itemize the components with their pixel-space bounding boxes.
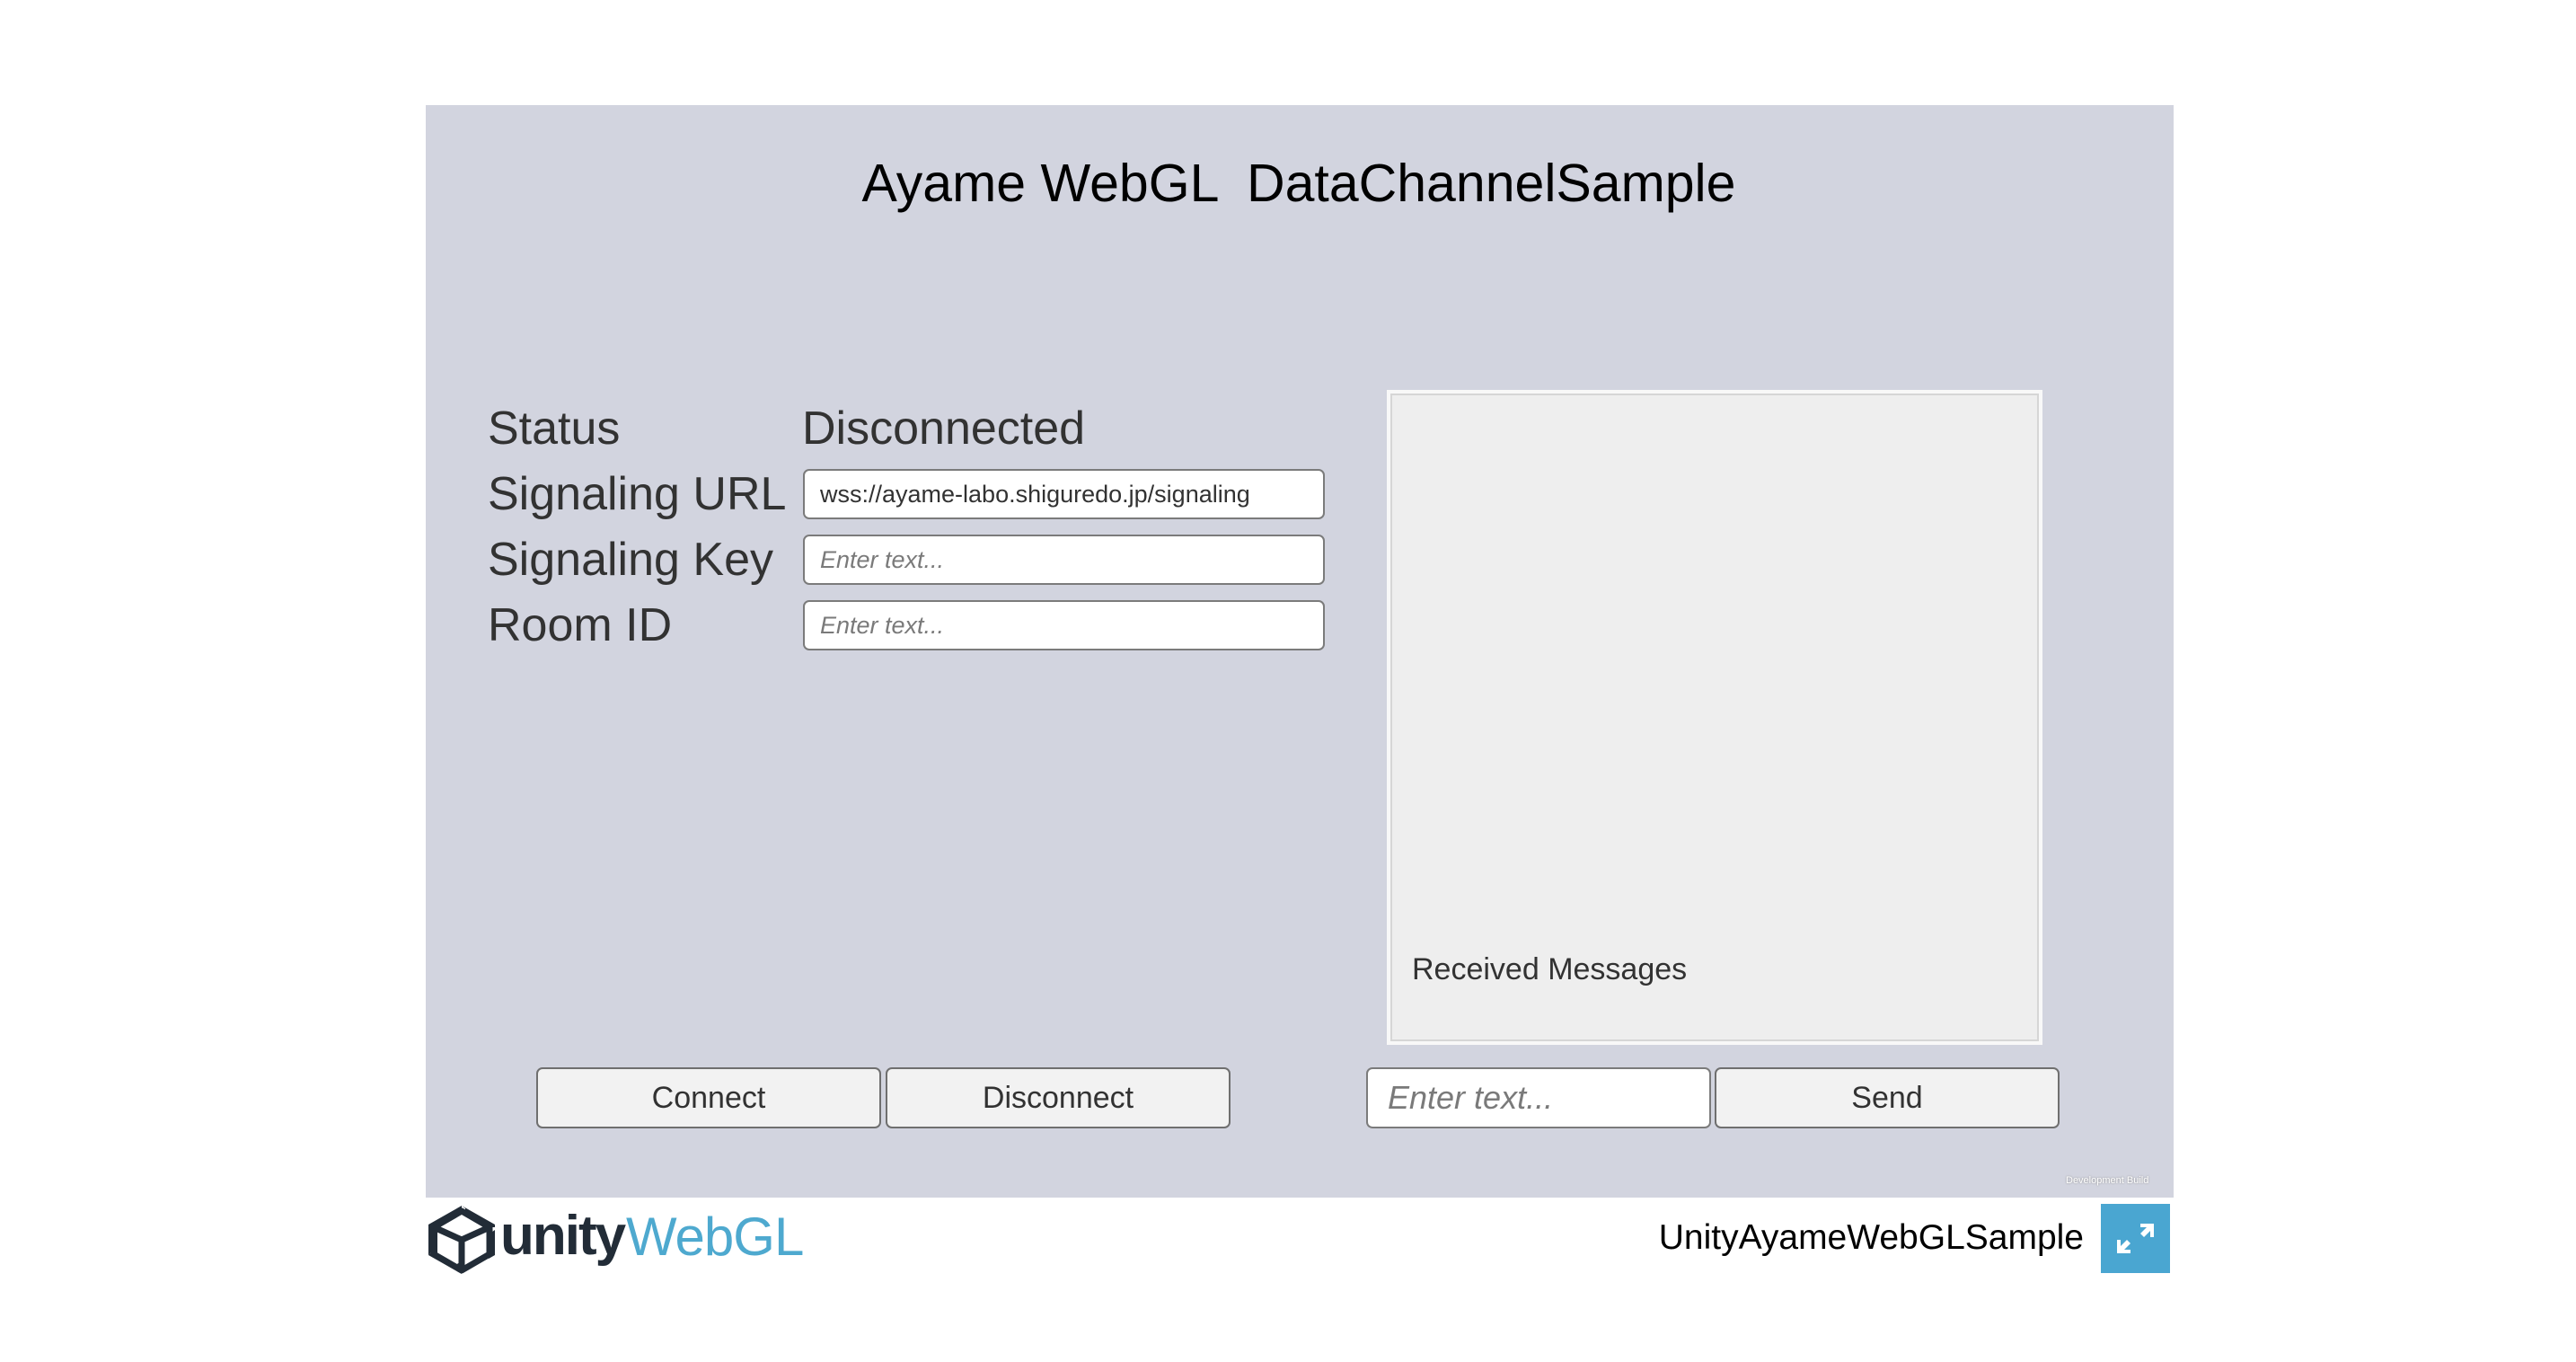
connect-button[interactable]: Connect bbox=[536, 1067, 881, 1128]
signaling-url-label: Signaling URL bbox=[488, 468, 787, 520]
page: Ayame WebGL DataChannelSample Status Dis… bbox=[0, 0, 2576, 1362]
unity-wordmark: unity bbox=[500, 1205, 626, 1267]
webgl-wordmark: WebGL bbox=[626, 1207, 804, 1267]
received-messages-panel[interactable]: Received Messages bbox=[1387, 390, 2042, 1045]
received-messages-border bbox=[1390, 394, 2039, 1041]
signaling-key-label: Signaling Key bbox=[488, 534, 773, 586]
send-button[interactable]: Send bbox=[1715, 1067, 2060, 1128]
message-placeholder: Enter text... bbox=[1388, 1079, 1554, 1116]
received-messages-label: Received Messages bbox=[1412, 952, 1688, 986]
signaling-url-input[interactable]: wss://ayame-labo.shiguredo.jp/signaling bbox=[803, 469, 1325, 519]
room-id-input[interactable]: Enter text... bbox=[803, 600, 1325, 650]
status-value: Disconnected bbox=[802, 402, 1086, 455]
development-build-label: Development Build bbox=[2066, 1175, 2149, 1186]
status-label: Status bbox=[488, 402, 621, 455]
app-title: Ayame WebGL DataChannelSample bbox=[861, 154, 1736, 213]
disconnect-button[interactable]: Disconnect bbox=[886, 1067, 1231, 1128]
product-name: UnityAyameWebGLSample bbox=[1658, 1218, 2084, 1257]
signaling-url-value: wss://ayame-labo.shiguredo.jp/signaling bbox=[820, 481, 1250, 508]
signaling-key-placeholder: Enter text... bbox=[820, 546, 945, 573]
fullscreen-icon bbox=[2117, 1224, 2154, 1253]
room-id-placeholder: Enter text... bbox=[820, 612, 945, 639]
room-id-label: Room ID bbox=[488, 599, 673, 651]
fullscreen-button[interactable] bbox=[2101, 1204, 2170, 1273]
message-input[interactable]: Enter text... bbox=[1366, 1067, 1711, 1128]
unity-cube-icon bbox=[428, 1206, 495, 1274]
signaling-key-input[interactable]: Enter text... bbox=[803, 535, 1325, 585]
